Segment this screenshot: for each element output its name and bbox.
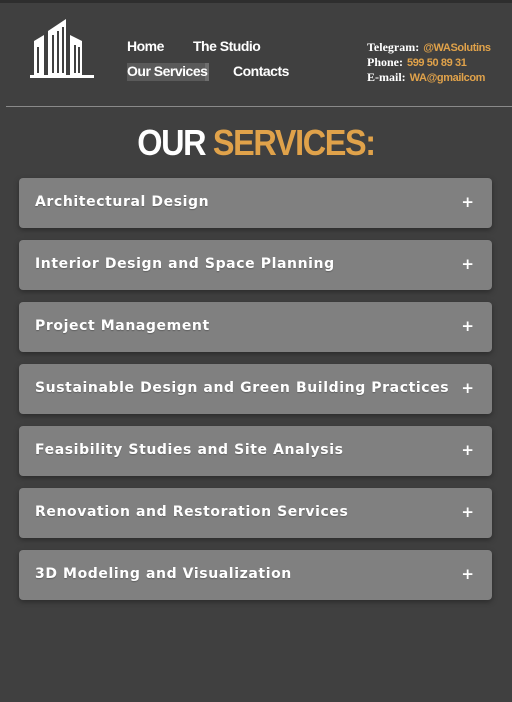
nav-our-services[interactable]: Our Services [127,63,210,81]
email-link[interactable]: WA@gmailcom [410,72,486,84]
expand-plus-icon[interactable]: + [461,441,474,459]
services-accordion: Architectural Design + Interior Design a… [19,178,492,612]
contact-email: E-mail: WA@gmailcom [367,70,485,86]
service-item-3d-modeling[interactable]: 3D Modeling and Visualization + [19,550,492,600]
service-item-project-management[interactable]: Project Management + [19,302,492,352]
site-header: Home The Studio Our Services Contacts Te… [0,3,512,107]
telegram-link[interactable]: @WASolutins [423,42,491,54]
expand-plus-icon[interactable]: + [461,503,474,521]
service-label: Renovation and Restoration Services [35,504,349,520]
contact-phone: Phone: 599 50 89 31 [367,55,467,71]
service-label: Architectural Design [35,194,210,210]
expand-plus-icon[interactable]: + [461,379,474,397]
service-label: 3D Modeling and Visualization [35,566,292,582]
contact-telegram: Telegram: @WASolutins [367,40,491,56]
service-label: Interior Design and Space Planning [35,256,335,272]
service-label: Sustainable Design and Green Building Pr… [35,380,450,396]
phone-label: Phone: [367,55,403,69]
service-item-renovation-restoration[interactable]: Renovation and Restoration Services + [19,488,492,538]
title-word-our: OUR [137,122,206,163]
expand-plus-icon[interactable]: + [461,255,474,273]
building-logo-icon[interactable] [30,13,96,79]
telegram-label: Telegram: [367,40,420,54]
expand-plus-icon[interactable]: + [461,565,474,583]
expand-plus-icon[interactable]: + [461,317,474,335]
service-item-interior-design[interactable]: Interior Design and Space Planning + [19,240,492,290]
service-item-architectural-design[interactable]: Architectural Design + [19,178,492,228]
page-title: OUR SERVICES: [26,123,487,163]
nav-the-studio[interactable]: The Studio [193,38,261,54]
expand-plus-icon[interactable]: + [461,193,474,211]
nav-contacts[interactable]: Contacts [233,63,289,79]
header-divider [6,106,512,107]
title-word-services: SERVICES: [212,122,376,163]
nav-home[interactable]: Home [127,38,164,54]
service-label: Feasibility Studies and Site Analysis [35,442,344,458]
phone-link[interactable]: 599 50 89 31 [407,57,467,69]
email-label: E-mail: [367,70,406,84]
service-item-sustainable-design[interactable]: Sustainable Design and Green Building Pr… [19,364,492,414]
service-label: Project Management [35,318,210,334]
service-item-feasibility-studies[interactable]: Feasibility Studies and Site Analysis + [19,426,492,476]
